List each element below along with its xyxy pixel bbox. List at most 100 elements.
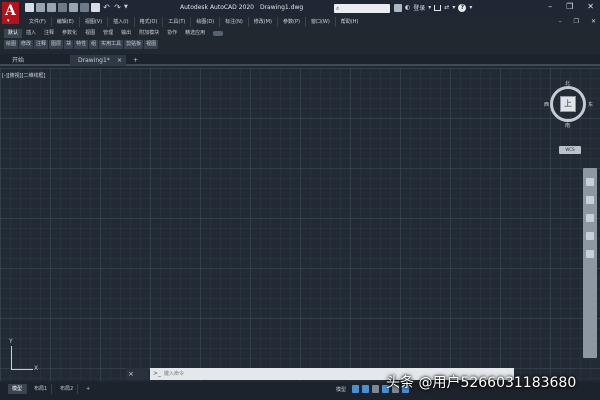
ribbon-panels: 绘图 修改 注释 图层 块 特性 组 实用工具 剪贴板 视图 <box>4 40 159 49</box>
menu-format[interactable]: 格式(O) <box>133 17 163 27</box>
panel-block[interactable]: 块 <box>64 40 74 49</box>
wcs-menu[interactable]: WCS <box>559 146 581 154</box>
customize-toolbar-icon[interactable]: ▼ <box>124 3 128 12</box>
menu-modify[interactable]: 修改(M) <box>247 17 277 27</box>
snap-icon[interactable] <box>362 385 369 393</box>
app-title: Autodesk AutoCAD 2020 <box>180 4 254 11</box>
new-tab-button[interactable]: + <box>130 55 142 66</box>
steering-wheel-icon[interactable] <box>586 178 594 186</box>
menu-file[interactable]: 文件(F) <box>24 17 51 27</box>
compass-north[interactable]: 北 <box>565 80 570 87</box>
exchange-icon[interactable]: ⇄ <box>444 4 449 11</box>
tab-layout2[interactable]: 布局2 <box>56 384 79 394</box>
tab-default[interactable]: 默认 <box>4 29 23 38</box>
cart-icon[interactable] <box>434 4 442 11</box>
web-mobile-save-icon[interactable] <box>80 3 89 12</box>
tab-featured-apps[interactable]: 精选应用 <box>181 29 209 38</box>
chevron-down-icon[interactable]: ▾ <box>469 4 472 11</box>
save-icon[interactable] <box>47 3 56 12</box>
viewport-controls[interactable]: [-][俯视][二维线框] <box>2 72 46 79</box>
orbit-icon[interactable] <box>586 232 594 240</box>
file-name: Drawing1.dwg <box>259 4 304 11</box>
viewcube[interactable]: 上 北 南 西 东 <box>544 80 593 129</box>
title-bar: A ▾ ↶ ↷ ▼ Autodesk AutoCAD 2020 Drawing1.… <box>0 0 600 24</box>
tab-manage[interactable]: 管理 <box>99 29 117 38</box>
undo-icon[interactable]: ↶ <box>102 3 111 12</box>
panel-groups[interactable]: 组 <box>89 40 99 49</box>
compass-south[interactable]: 南 <box>565 122 570 129</box>
menu-edit[interactable]: 编辑(E) <box>50 17 79 27</box>
drawing-area[interactable] <box>0 68 600 381</box>
restore-icon[interactable]: ❐ <box>566 2 573 11</box>
minimize-icon[interactable]: – <box>559 17 562 27</box>
user-icon: ◐ <box>405 4 411 11</box>
menu-view[interactable]: 视图(V) <box>78 17 107 27</box>
ucs-y-axis <box>11 346 12 370</box>
grid-icon[interactable] <box>352 385 359 393</box>
viewcube-top-face[interactable]: 上 <box>560 96 576 112</box>
print-icon[interactable] <box>91 3 100 12</box>
help-icon[interactable]: ? <box>458 3 467 12</box>
panel-clipboard[interactable]: 剪贴板 <box>124 40 144 49</box>
minimize-icon[interactable]: – <box>548 2 552 11</box>
menu-parametric[interactable]: 参数(P) <box>277 17 305 27</box>
tab-parametric[interactable]: 参数化 <box>58 29 81 38</box>
command-line-controls[interactable]: × ⌕ <box>126 368 148 390</box>
window-title: Autodesk AutoCAD 2020 Drawing1.dwg <box>180 4 303 11</box>
menu-bar: 文件(F) 编辑(E) 视图(V) 插入(I) 格式(O) 工具(T) 绘图(D… <box>24 17 363 27</box>
application-menu-button[interactable]: A ▾ <box>2 2 19 24</box>
chevron-down-icon[interactable]: ▾ <box>428 4 431 11</box>
menu-help[interactable]: 帮助(H) <box>334 17 364 27</box>
restore-icon[interactable]: ❐ <box>574 17 579 27</box>
menu-tools[interactable]: 工具(T) <box>162 17 190 27</box>
panel-properties[interactable]: 特性 <box>74 40 89 49</box>
panel-draw[interactable]: 绘图 <box>4 40 19 49</box>
ortho-icon[interactable] <box>372 385 379 393</box>
compass-east[interactable]: 东 <box>588 101 593 108</box>
compass-west[interactable]: 西 <box>544 101 549 108</box>
menu-dimension[interactable]: 标注(N) <box>219 17 248 27</box>
chevron-down-icon[interactable]: ▾ <box>452 4 455 11</box>
account-toolbar: ◐ 登录 ▾ ⇄ ▾ ? ▾ <box>394 3 472 12</box>
panel-view[interactable]: 视图 <box>144 40 159 49</box>
tab-drawing1[interactable]: Drawing1* × <box>70 55 126 66</box>
menu-insert[interactable]: 插入(I) <box>107 17 133 27</box>
autocad-logo-icon: A <box>5 3 16 19</box>
tab-insert[interactable]: 插入 <box>22 29 40 38</box>
new-file-icon[interactable] <box>25 3 34 12</box>
save-as-icon[interactable] <box>58 3 67 12</box>
web-mobile-open-icon[interactable] <box>69 3 78 12</box>
menu-draw[interactable]: 绘图(D) <box>190 17 219 27</box>
tab-collaborate[interactable]: 协作 <box>163 29 181 38</box>
search-box[interactable]: ⌕ <box>334 4 390 13</box>
tab-start[interactable]: 开始 <box>4 55 68 66</box>
ribbon-toggle-icon[interactable] <box>213 31 224 36</box>
pan-icon[interactable] <box>586 196 594 204</box>
model-space-toggle[interactable]: 模型 <box>336 386 346 393</box>
close-icon[interactable]: ✕ <box>587 2 594 11</box>
panel-layers[interactable]: 图层 <box>49 40 64 49</box>
search-icon: ⌕ <box>336 5 340 12</box>
tab-addins[interactable]: 附加模块 <box>135 29 163 38</box>
close-icon[interactable]: × <box>117 55 122 66</box>
command-prompt-icon: >_ <box>153 370 162 377</box>
open-file-icon[interactable] <box>36 3 45 12</box>
redo-icon[interactable]: ↷ <box>113 3 122 12</box>
panel-modify[interactable]: 修改 <box>19 40 34 49</box>
add-layout-button[interactable]: + <box>82 384 94 394</box>
search-input[interactable] <box>342 4 388 13</box>
tab-layout1[interactable]: 布局1 <box>30 384 53 394</box>
showmotion-icon[interactable] <box>586 250 594 258</box>
menu-window[interactable]: 窗口(W) <box>304 17 335 27</box>
close-icon[interactable]: ✕ <box>591 17 596 27</box>
tab-view[interactable]: 视图 <box>81 29 99 38</box>
tab-output[interactable]: 输出 <box>117 29 135 38</box>
tab-model[interactable]: 模型 <box>8 384 28 394</box>
binoculars-icon[interactable] <box>394 3 402 12</box>
panel-utilities[interactable]: 实用工具 <box>99 40 124 49</box>
zoom-icon[interactable] <box>586 214 594 222</box>
tab-annotate[interactable]: 注释 <box>40 29 58 38</box>
panel-annotation[interactable]: 注释 <box>34 40 49 49</box>
ucs-icon: Y X <box>8 338 40 372</box>
sign-in-label[interactable]: 登录 <box>413 3 425 12</box>
